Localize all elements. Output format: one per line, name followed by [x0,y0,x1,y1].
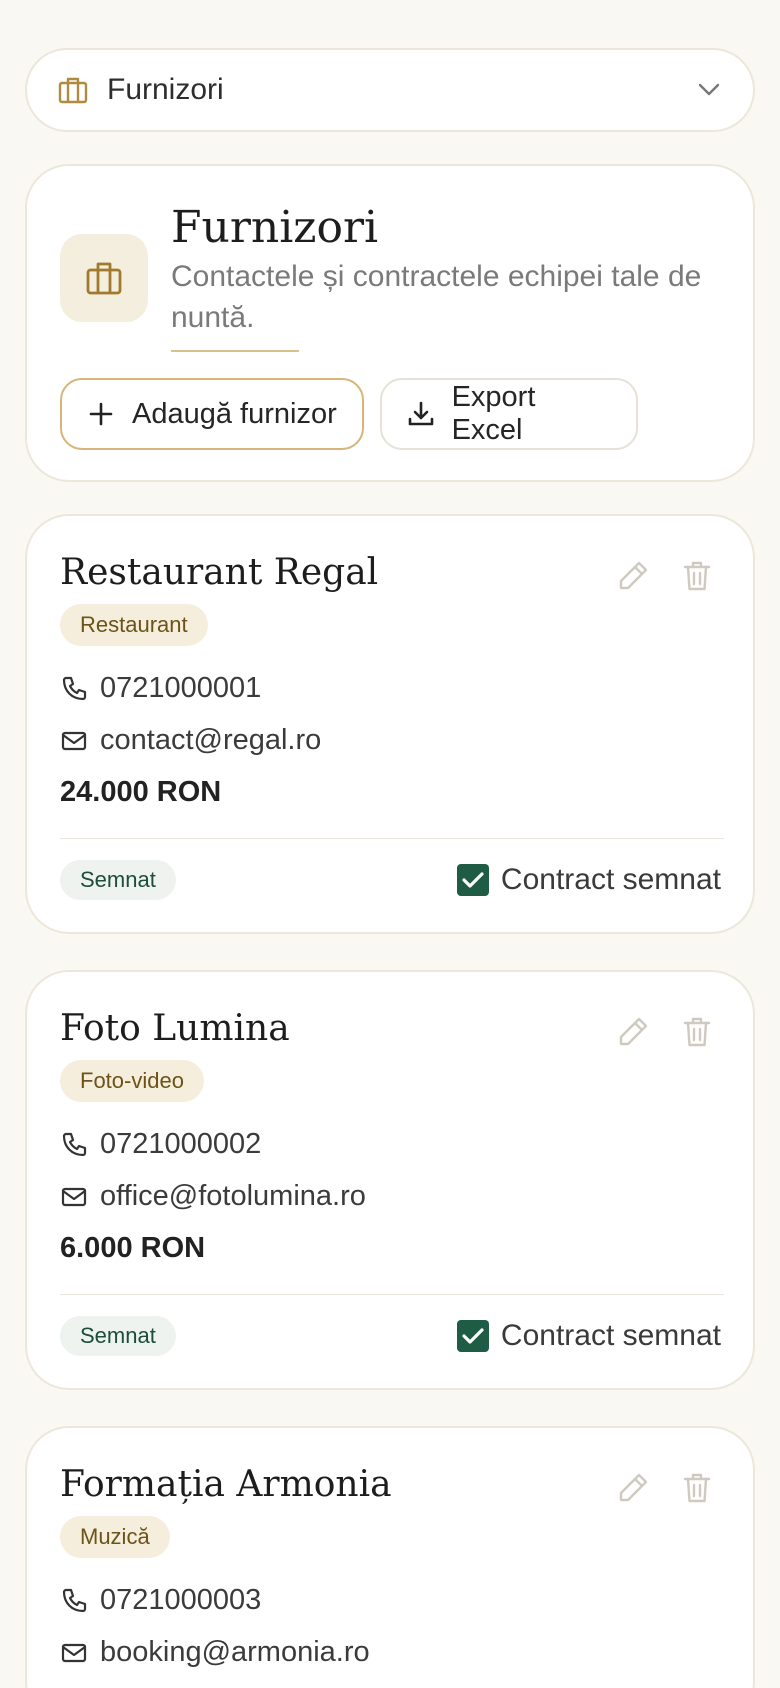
vendor-card: Formația Armonia Muzică 0721000003 booki… [25,1426,755,1688]
category-badge: Foto-video [60,1060,204,1102]
title-underline [171,350,299,352]
vendor-email[interactable]: booking@armonia.ro [60,1636,370,1669]
phone-text: 0721000003 [100,1584,262,1616]
vendor-name: Foto Lumina [60,1008,290,1049]
mail-icon [60,1639,88,1667]
briefcase-icon [60,234,148,322]
pencil-icon[interactable] [615,1014,651,1050]
vendor-name: Formația Armonia [60,1464,392,1505]
divider [60,838,724,839]
vendor-email[interactable]: office@fotolumina.ro [60,1180,366,1213]
section-select[interactable]: Furnizori [25,48,755,132]
mail-icon [60,1183,88,1211]
page-title: Furnizori [171,202,379,253]
vendor-phone[interactable]: 0721000003 [60,1584,261,1617]
page-subtitle: Contactele și contractele echipei tale d… [171,260,702,334]
add-vendor-label: Adaugă furnizor [132,397,337,430]
status-badge: Semnat [60,860,176,900]
contract-label: Contract semnat [500,863,721,896]
contract-checkbox[interactable]: Contract semnat [456,860,721,900]
check-icon [456,864,489,896]
phone-icon [60,1131,88,1159]
mail-icon [60,727,88,755]
divider [60,1294,724,1295]
phone-text: 0721000002 [100,1128,262,1160]
trash-icon[interactable] [679,558,715,594]
category-badge: Muzică [60,1516,170,1558]
page-header-card: Furnizori Contactele și contractele echi… [25,164,755,482]
trash-icon[interactable] [679,1014,715,1050]
trash-icon[interactable] [679,1470,715,1506]
vendor-card: Restaurant Regal Restaurant 0721000001 c… [25,514,755,934]
pencil-icon[interactable] [615,1470,651,1506]
email-text: contact@regal.ro [100,724,322,756]
phone-text: 0721000001 [100,672,262,704]
phone-icon [60,1587,88,1615]
vendor-card: Foto Lumina Foto-video 0721000002 office… [25,970,755,1390]
add-vendor-button[interactable]: Adaugă furnizor [60,378,364,450]
status-badge: Semnat [60,1316,176,1356]
vendor-amount: 24.000 RON [60,776,222,808]
export-excel-label: Export Excel [451,381,536,446]
vendor-name: Restaurant Regal [60,552,379,593]
section-select-label: Furnizori [107,73,224,106]
plus-icon [86,399,116,429]
email-text: office@fotolumina.ro [100,1180,366,1212]
phone-icon [60,675,88,703]
check-icon [456,1320,489,1352]
vendor-email[interactable]: contact@regal.ro [60,724,321,757]
pencil-icon[interactable] [615,558,651,594]
briefcase-icon [57,74,89,106]
chevron-down-icon [695,76,723,104]
vendor-phone[interactable]: 0721000002 [60,1128,261,1161]
vendor-amount: 6.000 RON [60,1232,206,1264]
vendor-phone[interactable]: 0721000001 [60,672,261,705]
contract-label: Contract semnat [500,1319,721,1352]
download-icon [406,399,436,429]
export-excel-button[interactable]: Export Excel [380,378,638,450]
email-text: booking@armonia.ro [100,1636,370,1668]
category-badge: Restaurant [60,604,208,646]
contract-checkbox[interactable]: Contract semnat [456,1316,721,1356]
